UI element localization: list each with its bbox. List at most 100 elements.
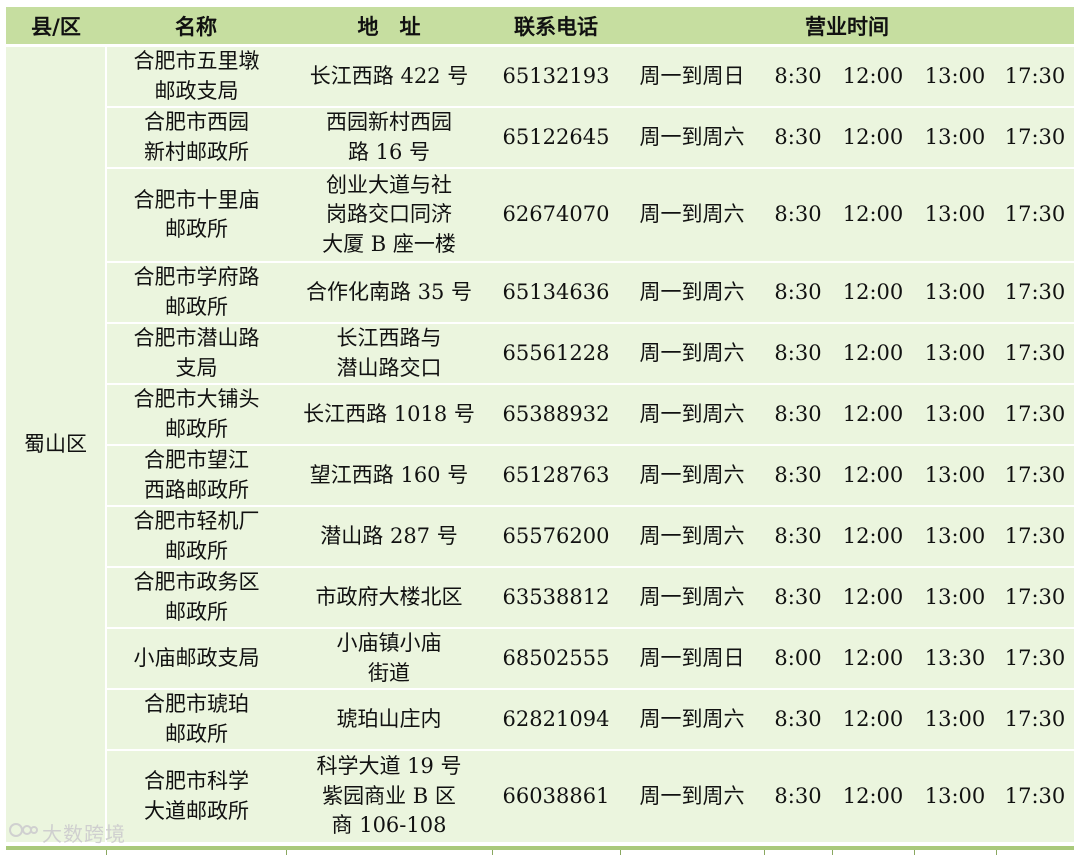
row-open-time: 8:30 bbox=[764, 262, 832, 324]
header-address: 地 址 bbox=[286, 7, 492, 47]
table-row: 蜀山区 合肥市五里墩 邮政支局 长江西路 422 号 65132193 周一到周日 8:3… bbox=[6, 45, 1075, 844]
row-close-time: 17:30 bbox=[996, 262, 1075, 324]
row-days: 周一到周日 bbox=[620, 628, 764, 690]
row-name: 合肥市西园 新村邮政所 bbox=[106, 107, 286, 169]
row-phone: 62674070 bbox=[492, 168, 620, 263]
row-phone: 63538812 bbox=[492, 567, 620, 629]
row-days: 周一到周六 bbox=[620, 262, 764, 324]
row-phone: 65122645 bbox=[492, 107, 620, 169]
row-address: 琥珀山庄内 bbox=[286, 689, 492, 751]
row-break-end: 13:00 bbox=[914, 323, 996, 385]
header-phone: 联系电话 bbox=[492, 7, 620, 47]
header-row: 县/区 名称 地 址 联系电话 营业时间 bbox=[6, 7, 1075, 47]
row-name: 合肥市望江 西路邮政所 bbox=[106, 445, 286, 507]
row-days: 周一到周六 bbox=[620, 168, 764, 263]
row-name: 合肥市学府路 邮政所 bbox=[106, 262, 286, 324]
row-break-end: 13:00 bbox=[914, 45, 996, 108]
row-break-start: 12:00 bbox=[832, 45, 914, 108]
row-address: 科学大道 19 号 紫园商业 B 区 商 106-108 bbox=[286, 750, 492, 844]
row-close-time: 17:30 bbox=[996, 45, 1075, 108]
row-open-time: 8:30 bbox=[764, 445, 832, 507]
row-name: 合肥市潜山路 支局 bbox=[106, 323, 286, 385]
row-break-start: 12:00 bbox=[832, 384, 914, 446]
row-days: 周一到周六 bbox=[620, 445, 764, 507]
row-address: 长江西路 1018 号 bbox=[286, 384, 492, 446]
row-open-time: 8:30 bbox=[764, 567, 832, 629]
row-break-start: 12:00 bbox=[832, 750, 914, 844]
row-name: 合肥市轻机厂 邮政所 bbox=[106, 506, 286, 568]
table-row: 合肥市西园 新村邮政所 西园新村西园 路 16 号 65122645 周一到周六 8:3… bbox=[6, 107, 1075, 169]
row-address: 长江西路与 潜山路交口 bbox=[286, 323, 492, 385]
table-body: 蜀山区 合肥市五里墩 邮政支局 长江西路 422 号 65132193 周一到周日 8:3… bbox=[6, 45, 1075, 844]
post-office-table: 县/区 名称 地 址 联系电话 营业时间 蜀山区 合肥市五里墩 邮政支局 长江西路 … bbox=[6, 7, 1075, 844]
row-close-time: 17:30 bbox=[996, 384, 1075, 446]
row-address: 小庙镇小庙 街道 bbox=[286, 628, 492, 690]
row-phone: 65132193 bbox=[492, 45, 620, 108]
row-break-end: 13:00 bbox=[914, 689, 996, 751]
row-open-time: 8:30 bbox=[764, 107, 832, 169]
table-row: 合肥市政务区 邮政所 市政府大楼北区 63538812 周一到周六 8:30 12:00 1… bbox=[6, 567, 1075, 629]
row-open-time: 8:00 bbox=[764, 628, 832, 690]
row-phone: 66038861 bbox=[492, 750, 620, 844]
row-address: 长江西路 422 号 bbox=[286, 45, 492, 108]
row-break-start: 12:00 bbox=[832, 628, 914, 690]
row-break-start: 12:00 bbox=[832, 445, 914, 507]
watermark-text: 大数跨境 bbox=[42, 822, 126, 846]
row-open-time: 8:30 bbox=[764, 168, 832, 263]
row-days: 周一到周六 bbox=[620, 323, 764, 385]
row-name: 小庙邮政支局 bbox=[106, 628, 286, 690]
row-days: 周一到周六 bbox=[620, 750, 764, 844]
row-address: 创业大道与社 岗路交口同济 大厦 B 座一楼 bbox=[286, 168, 492, 263]
table-row: 合肥市学府路 邮政所 合作化南路 35 号 65134636 周一到周六 8:30 12:… bbox=[6, 262, 1075, 324]
row-open-time: 8:30 bbox=[764, 750, 832, 844]
row-days: 周一到周六 bbox=[620, 384, 764, 446]
table-row: 合肥市大铺头 邮政所 长江西路 1018 号 65388932 周一到周六 8:30 12… bbox=[6, 384, 1075, 446]
row-close-time: 17:30 bbox=[996, 628, 1075, 690]
table-row: 合肥市十里庙 邮政所 创业大道与社 岗路交口同济 大厦 B 座一楼 62674070… bbox=[6, 168, 1075, 263]
row-break-end: 13:00 bbox=[914, 262, 996, 324]
row-address: 合作化南路 35 号 bbox=[286, 262, 492, 324]
row-phone: 65128763 bbox=[492, 445, 620, 507]
row-days: 周一到周日 bbox=[620, 45, 764, 108]
table-row: 合肥市潜山路 支局 长江西路与 潜山路交口 65561228 周一到周六 8:30 12:… bbox=[6, 323, 1075, 385]
row-close-time: 17:30 bbox=[996, 168, 1075, 263]
row-close-time: 17:30 bbox=[996, 567, 1075, 629]
table-row: 合肥市科学 大道邮政所 科学大道 19 号 紫园商业 B 区 商 106-108 6… bbox=[6, 750, 1075, 844]
row-close-time: 17:30 bbox=[996, 750, 1075, 844]
row-phone: 65134636 bbox=[492, 262, 620, 324]
row-break-end: 13:00 bbox=[914, 445, 996, 507]
table-row: 合肥市轻机厂 邮政所 潜山路 287 号 65576200 周一到周六 8:30 12:0… bbox=[6, 506, 1075, 568]
row-open-time: 8:30 bbox=[764, 45, 832, 108]
row-break-start: 12:00 bbox=[832, 323, 914, 385]
row-close-time: 17:30 bbox=[996, 107, 1075, 169]
row-break-start: 12:00 bbox=[832, 262, 914, 324]
row-name: 合肥市政务区 邮政所 bbox=[106, 567, 286, 629]
row-phone: 65561228 bbox=[492, 323, 620, 385]
row-open-time: 8:30 bbox=[764, 323, 832, 385]
row-name: 合肥市琥珀 邮政所 bbox=[106, 689, 286, 751]
row-phone: 65576200 bbox=[492, 506, 620, 568]
row-break-end: 13:00 bbox=[914, 567, 996, 629]
row-break-start: 12:00 bbox=[832, 567, 914, 629]
row-close-time: 17:30 bbox=[996, 323, 1075, 385]
table-row: 合肥市琥珀 邮政所 琥珀山庄内 62821094 周一到周六 8:30 12:00 13:0… bbox=[6, 689, 1075, 751]
table-row: 合肥市望江 西路邮政所 望江西路 160 号 65128763 周一到周六 8:30 12… bbox=[6, 445, 1075, 507]
row-days: 周一到周六 bbox=[620, 567, 764, 629]
row-phone: 68502555 bbox=[492, 628, 620, 690]
row-days: 周一到周六 bbox=[620, 689, 764, 751]
header-name: 名称 bbox=[106, 7, 286, 47]
row-close-time: 17:30 bbox=[996, 506, 1075, 568]
row-break-start: 12:00 bbox=[832, 689, 914, 751]
row-address: 市政府大楼北区 bbox=[286, 567, 492, 629]
row-open-time: 8:30 bbox=[764, 506, 832, 568]
header-county: 县/区 bbox=[6, 7, 106, 47]
row-break-end: 13:30 bbox=[914, 628, 996, 690]
row-break-end: 13:00 bbox=[914, 107, 996, 169]
row-close-time: 17:30 bbox=[996, 445, 1075, 507]
row-name: 合肥市五里墩 邮政支局 bbox=[106, 45, 286, 108]
row-days: 周一到周六 bbox=[620, 506, 764, 568]
county-cell: 蜀山区 bbox=[6, 45, 107, 844]
header-hours: 营业时间 bbox=[620, 7, 1075, 47]
row-phone: 62821094 bbox=[492, 689, 620, 751]
row-address: 潜山路 287 号 bbox=[286, 506, 492, 568]
